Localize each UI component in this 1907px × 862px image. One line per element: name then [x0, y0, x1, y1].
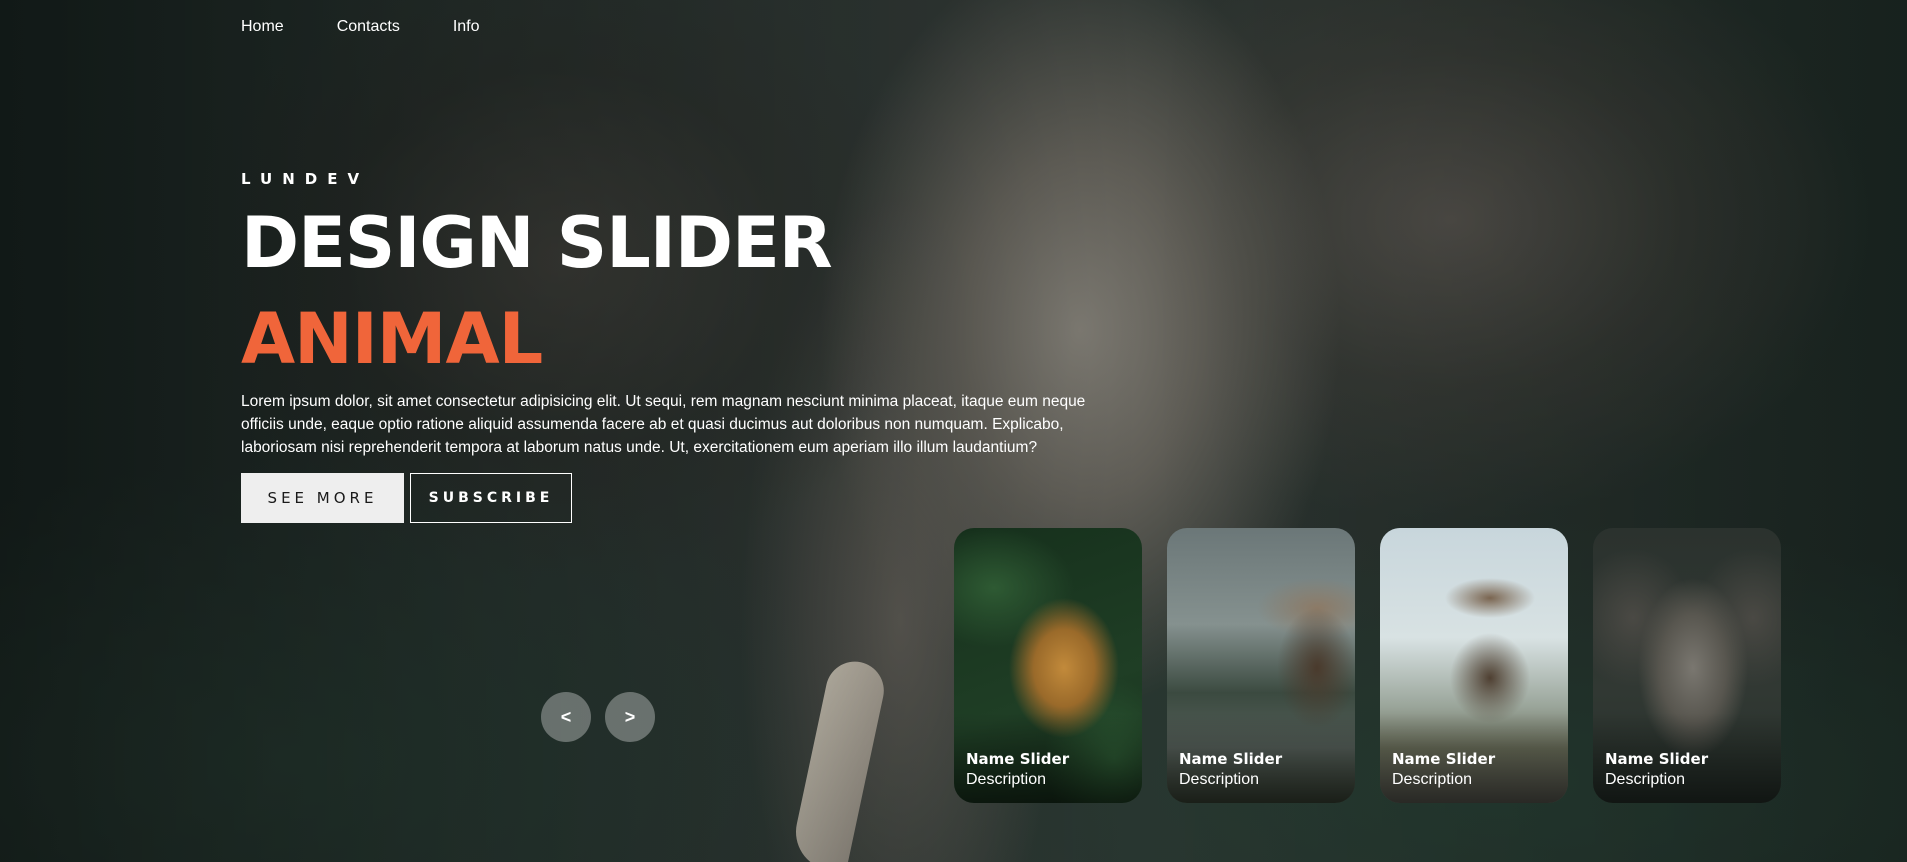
- thumbnail-description: Description: [966, 771, 1047, 788]
- hero-buttons: SEE MORE SUBSCRIBE: [241, 473, 1091, 523]
- thumbnail-text: Name Slider Description: [966, 750, 1069, 789]
- thumbnail-card-moose-hill[interactable]: Name Slider Description: [1380, 528, 1568, 803]
- hero-description: Lorem ipsum dolor, sit amet consectetur …: [241, 393, 1086, 456]
- prev-arrow-button[interactable]: <: [541, 692, 591, 742]
- thumbnail-title: Name Slider: [966, 750, 1070, 768]
- thumbnail-text: Name Slider Description: [1605, 750, 1708, 789]
- thumbnail-text: Name Slider Description: [1179, 750, 1282, 789]
- nav-contacts-link[interactable]: Contacts: [337, 18, 400, 36]
- thumbnail-title: Name Slider: [1392, 750, 1496, 768]
- nav-home-link[interactable]: Home: [241, 18, 284, 36]
- thumbnail-description: Description: [1605, 771, 1686, 788]
- thumbnail-list: Name Slider Description Name Slider Desc…: [954, 528, 1781, 803]
- top-nav: Home Contacts Info: [241, 18, 480, 36]
- thumbnail-text: Name Slider Description: [1392, 750, 1495, 789]
- thumbnail-card-moose[interactable]: Name Slider Description: [1167, 528, 1355, 803]
- thumbnail-title: Name Slider: [1179, 750, 1283, 768]
- hero-content: LUNDEV DESIGN SLIDER ANIMAL Lorem ipsum …: [241, 170, 1091, 523]
- thumbnail-title: Name Slider: [1605, 750, 1709, 768]
- next-arrow-button[interactable]: >: [605, 692, 655, 742]
- nav-info-link[interactable]: Info: [453, 18, 480, 36]
- thumbnail-card-leopard[interactable]: Name Slider Description: [954, 528, 1142, 803]
- see-more-button[interactable]: SEE MORE: [241, 473, 404, 523]
- hero-topic: ANIMAL: [241, 298, 543, 380]
- thumbnail-card-elephant[interactable]: Name Slider Description: [1593, 528, 1781, 803]
- subscribe-button[interactable]: SUBSCRIBE: [410, 473, 572, 523]
- hero-title: DESIGN SLIDER: [241, 202, 833, 284]
- thumbnail-description: Description: [1392, 771, 1473, 788]
- author-label: LUNDEV: [241, 170, 370, 188]
- thumbnail-description: Description: [1179, 771, 1260, 788]
- slider-arrows: < >: [541, 692, 655, 742]
